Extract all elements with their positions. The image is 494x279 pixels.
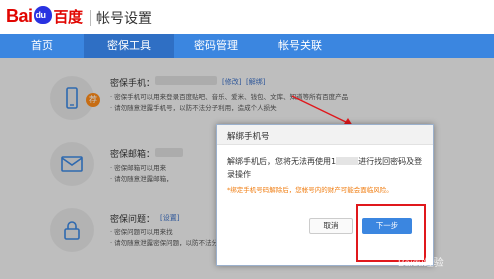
- watermark: Baidu经验: [398, 258, 444, 269]
- dialog-message: 解绑手机后，您将无法再使用1 进行找回密码及登录操作: [227, 155, 423, 181]
- masked-number: [336, 157, 359, 165]
- dialog-message-a: 解绑手机后，您将无法再使用1: [227, 157, 337, 166]
- dialog-warning: *绑定手机号码解除后，您帐号内的财产可能会面临风险。: [227, 186, 393, 194]
- dialog-header: 解绑手机号: [217, 125, 433, 145]
- cancel-button[interactable]: 取消: [309, 218, 353, 234]
- dialog-title: 解绑手机号: [227, 132, 270, 142]
